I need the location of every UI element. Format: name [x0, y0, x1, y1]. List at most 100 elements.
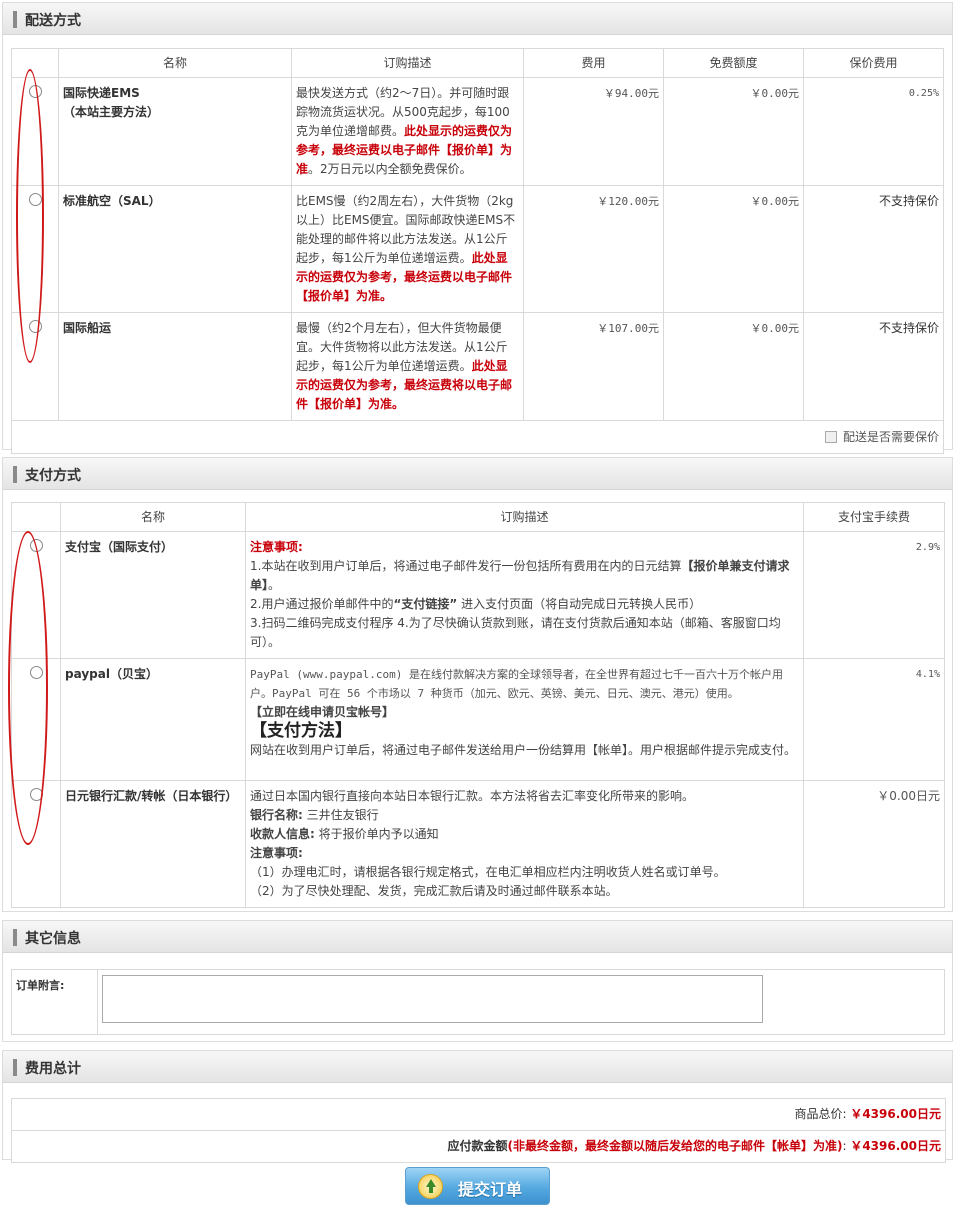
amount-due-colon: :: [842, 1139, 847, 1153]
other-header: 其它信息: [3, 921, 952, 953]
radio-sea[interactable]: [28, 320, 42, 333]
bank-name-label: 银行名称:: [250, 808, 303, 822]
order-note-textarea[interactable]: [102, 975, 763, 1023]
method-name: 日元银行汇款/转帐（日本银行）: [60, 780, 246, 908]
notice-line-1: 1.本站在收到用户订单后，将通过电子邮件发行一份包括所有费用在内的日元结算: [250, 559, 682, 573]
total-table: 商品总价: ￥4396.00日元 应付款金额(非最终金额，最终金额以随后发给您的…: [11, 1098, 946, 1163]
shipping-table: 名称 订购描述 费用 免费额度 保价费用 国际快递EMS （本站主要方法） 最快发…: [11, 48, 944, 454]
insure-label: 配送是否需要保价: [842, 429, 939, 444]
shipping-section: 配送方式 名称 订购描述 费用 免费额度 保价费用 国际快递EMS （本站主要方法…: [2, 2, 953, 454]
amount-due-row: 应付款金额(非最终金额，最终金额以随后发给您的电子邮件【帐单】为准): ￥439…: [11, 1130, 946, 1163]
payment-row-paypal: paypal（贝宝） PayPal (www.paypal.com) 是在线付款…: [11, 658, 945, 781]
payee-label: 收款人信息:: [250, 827, 315, 841]
submit-order-button[interactable]: 提交订单: [405, 1167, 550, 1205]
col-fee: 费用: [523, 48, 664, 78]
total-title: 费用总计: [25, 1061, 81, 1077]
insure-checkbox[interactable]: [824, 430, 837, 443]
table-header-row: 名称 订购描述 支付宝手续费: [11, 502, 945, 532]
section-marker: [13, 466, 17, 483]
section-marker: [13, 929, 17, 946]
shipping-row-sea: 国际船运 最慢（约2个月左右），但大件货物最便宜。大件货物将以此方法发送。从1公…: [11, 312, 944, 421]
goods-total-value: ￥4396.00日元: [850, 1107, 941, 1121]
insurance-value: 不支持保价: [803, 185, 944, 313]
payment-row-bank: 日元银行汇款/转帐（日本银行） 通过日本国内银行直接向本站日本银行汇款。本方法将…: [11, 780, 945, 908]
insure-row: 配送是否需要保价: [11, 420, 944, 454]
submit-order-label: 提交订单: [458, 1182, 523, 1199]
total-section: 费用总计 商品总价: ￥4396.00日元 应付款金额(非最终金额，最终金额以随…: [2, 1050, 953, 1163]
notice-line-3: 3.扫码二维码完成支付程序 4.为了尽快确认货款到账，请在支付货款后通知本站（邮…: [250, 616, 781, 649]
other-table: 订单附言:: [11, 969, 945, 1035]
col-fee: 支付宝手续费: [803, 502, 945, 532]
bank-notice-2: （2）为了尽快处理配、发货，完成汇款后请及时通过邮件联系本站。: [250, 884, 618, 898]
col-radio: [11, 502, 61, 532]
notice-line-2-tail: 进入支付页面（将自动完成日元转换人民币）: [461, 597, 702, 611]
radio-bank[interactable]: [29, 788, 43, 801]
method-subname: （本站主要方法）: [63, 105, 160, 119]
radio-paypal[interactable]: [29, 666, 43, 679]
payment-section: 支付方式 名称 订购描述 支付宝手续费 支付宝（国际支付） 注意事项: 1.本站…: [2, 457, 953, 912]
method-name: paypal（贝宝）: [60, 658, 246, 781]
method-name: 国际船运: [63, 321, 112, 335]
shipping-title: 配送方式: [25, 13, 81, 29]
bank-intro: 通过日本国内银行直接向本站日本银行汇款。本方法将省去汇率变化所带来的影响。: [250, 789, 695, 803]
table-header-row: 名称 订购描述 费用 免费额度 保价费用: [11, 48, 944, 78]
method-name: 标准航空（SAL）: [63, 194, 161, 208]
radio-ems[interactable]: [28, 85, 42, 98]
col-insurance: 保价费用: [803, 48, 944, 78]
payment-table: 名称 订购描述 支付宝手续费 支付宝（国际支付） 注意事项: 1.本站在收到用户…: [11, 502, 945, 908]
notice-title: 注意事项:: [250, 540, 303, 554]
method-name: 国际快递EMS: [63, 86, 140, 100]
insurance-value: 0.25%: [803, 77, 944, 186]
radio-sal[interactable]: [28, 193, 42, 206]
shipping-row-sal: 标准航空（SAL） 比EMS慢（约2周左右），大件货物（2kg以上）比EMS便宜…: [11, 185, 944, 313]
note-label: 订单附言:: [11, 969, 98, 1035]
payment-title: 支付方式: [25, 468, 81, 484]
paypal-signup-link[interactable]: 【立即在线申请贝宝帐号】: [250, 703, 799, 722]
free-value: ￥0.00元: [663, 312, 804, 421]
other-title: 其它信息: [25, 931, 81, 947]
payment-header: 支付方式: [3, 458, 952, 490]
fee-value: ￥120.00元: [523, 185, 664, 313]
note-row: 订单附言:: [11, 969, 945, 1035]
col-desc: 订购描述: [291, 48, 524, 78]
other-section: 其它信息 订单附言:: [2, 920, 953, 1042]
fee-value: 4.1%: [803, 658, 945, 781]
fee-value: ￥107.00元: [523, 312, 664, 421]
paypal-method-title: 【支付方法】: [250, 721, 352, 741]
upload-arrow-icon: [418, 1174, 443, 1199]
bank-notice-title: 注意事项:: [250, 846, 303, 860]
free-value: ￥0.00元: [663, 77, 804, 186]
amount-due-label: 应付款金额: [447, 1139, 508, 1153]
fee-value: ￥94.00元: [523, 77, 664, 186]
goods-total-label: 商品总价:: [794, 1107, 847, 1121]
paypal-intro: PayPal (www.paypal.com) 是在线付款解决方案的全球领导者，…: [250, 668, 783, 700]
fee-value: ￥0.00日元: [803, 780, 945, 908]
shipping-header: 配送方式: [3, 3, 952, 35]
pay-link-text: “支付链接”: [393, 597, 458, 611]
paypal-tail: 网站在收到用户订单后，将通过电子邮件发送给用户一份结算用【帐单】。用户根据邮件提…: [250, 743, 797, 757]
col-name: 名称: [60, 502, 246, 532]
fee-value: 2.9%: [803, 531, 945, 659]
section-marker: [13, 1059, 17, 1076]
amount-due-value: ￥4396.00日元: [850, 1139, 941, 1153]
radio-alipay[interactable]: [29, 539, 43, 552]
col-desc: 订购描述: [245, 502, 804, 532]
amount-due-note: (非最终金额，最终金额以随后发给您的电子邮件【帐单】为准): [507, 1139, 843, 1153]
method-name: 支付宝（国际支付）: [60, 531, 246, 659]
shipping-row-ems: 国际快递EMS （本站主要方法） 最快发送方式（约2～7日）。并可随时跟踪物流货运…: [11, 77, 944, 186]
col-free: 免费额度: [663, 48, 804, 78]
payee-value: 将于报价单内予以通知: [318, 827, 439, 841]
col-name: 名称: [58, 48, 292, 78]
section-marker: [13, 11, 17, 28]
bank-name-value: 三井住友银行: [306, 808, 379, 822]
bank-notice-1: （1）办理电汇时，请根据各银行规定格式，在电汇单相应栏内注明收货人姓名或订单号。: [250, 865, 726, 879]
goods-total-row: 商品总价: ￥4396.00日元: [11, 1098, 946, 1131]
insurance-value: 不支持保价: [803, 312, 944, 421]
notice-line-1-tail: 。: [268, 578, 281, 592]
notice-line-2: 2.用户通过报价单邮件中的: [250, 597, 394, 611]
desc-tail: 。2万日元以内全额免费保价。: [308, 162, 472, 176]
payment-row-alipay: 支付宝（国际支付） 注意事项: 1.本站在收到用户订单后，将通过电子邮件发行一份…: [11, 531, 945, 659]
free-value: ￥0.00元: [663, 185, 804, 313]
col-radio: [11, 48, 59, 78]
total-header: 费用总计: [3, 1051, 952, 1083]
